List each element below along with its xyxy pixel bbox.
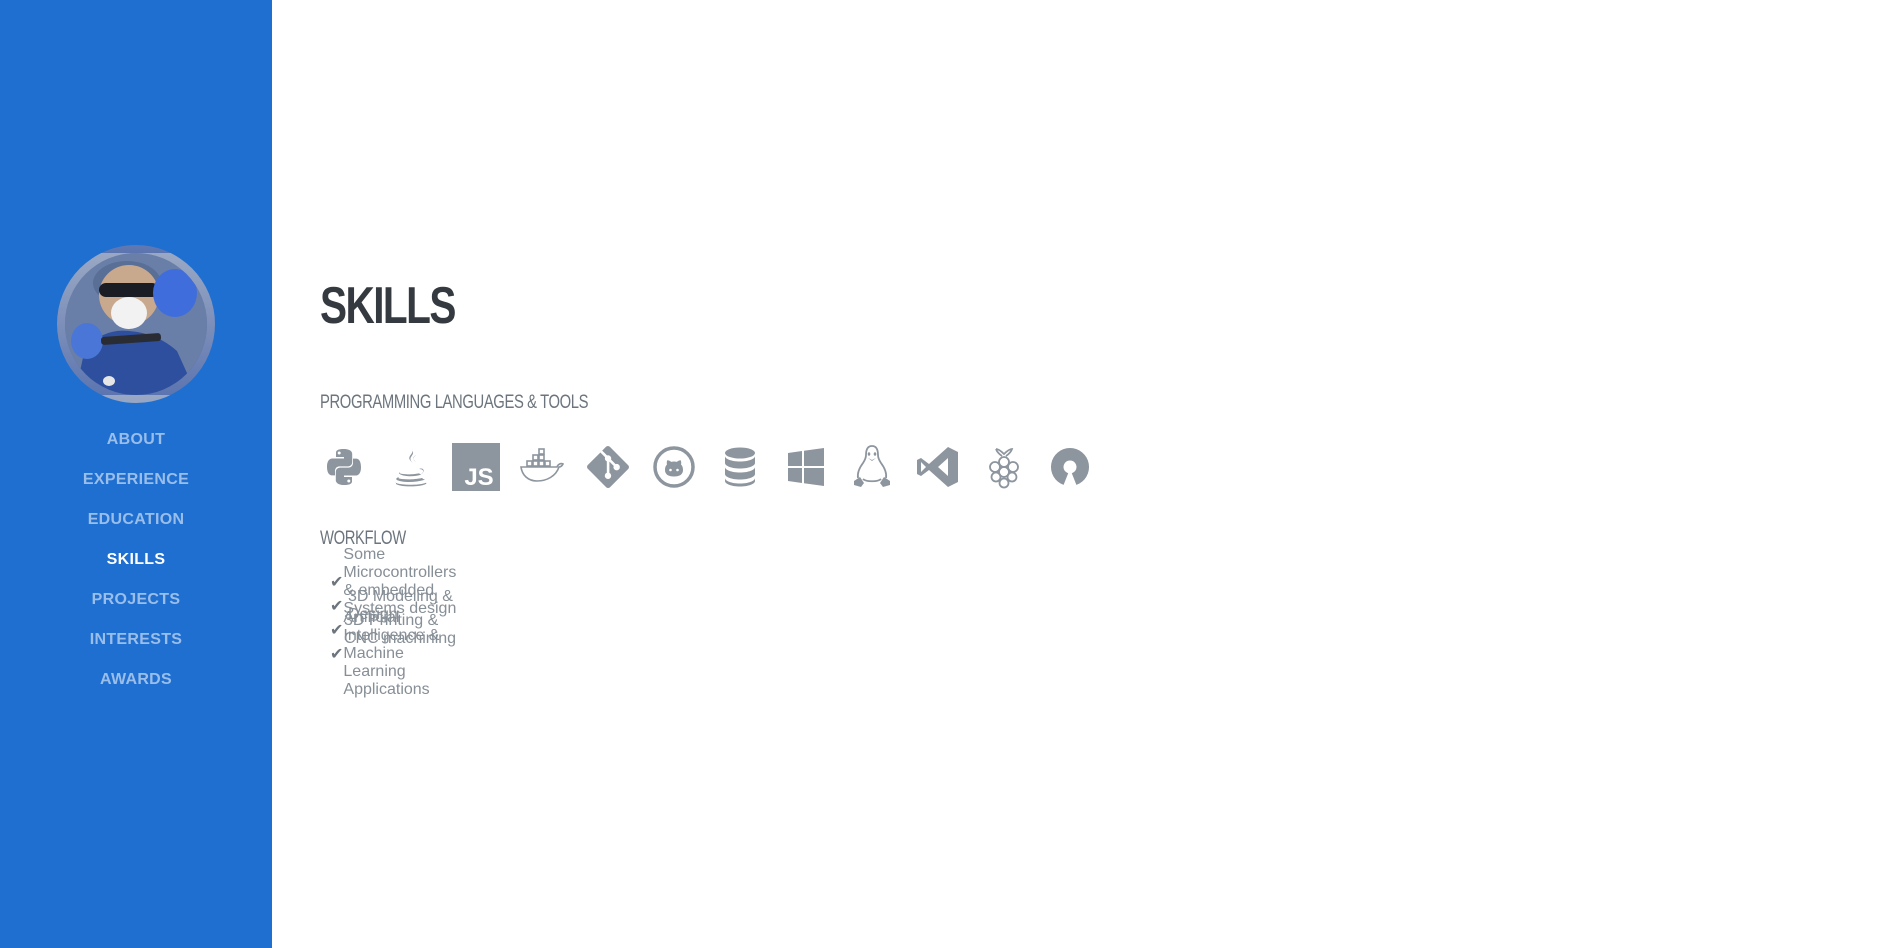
check-icon: ✔ [330, 574, 344, 591]
nav-link-interests[interactable]: INTERESTS [90, 631, 183, 649]
visual-studio-icon[interactable] [914, 442, 980, 492]
linux-icon[interactable] [848, 442, 914, 492]
git-icon[interactable] [584, 442, 650, 492]
nav-item-projects: PROJECTS [0, 580, 272, 620]
python-icon[interactable] [320, 442, 386, 492]
tool-icons-list: JS [320, 442, 1112, 492]
js-label: JS [464, 464, 493, 491]
windows-icon[interactable] [782, 442, 848, 492]
profile-avatar[interactable] [57, 245, 215, 403]
sidebar: ABOUT EXPERIENCE EDUCATION SKILLS PROJEC… [0, 0, 272, 948]
section-title: SKILLS [320, 277, 456, 335]
raspberry-pi-icon[interactable] [980, 442, 1046, 492]
workflow-list: ✔ Some Microcontrollers & embedded System… [330, 546, 467, 698]
check-icon: ✔ [330, 646, 344, 663]
nav-link-experience[interactable]: EXPERIENCE [83, 471, 189, 489]
nav-link-awards[interactable]: AWARDS [100, 671, 172, 689]
workflow-item-text: Artificial Intelligence & Machine Learni… [343, 609, 440, 698]
nav-item-interests: INTERESTS [0, 620, 272, 660]
tools-heading: PROGRAMMING LANGUAGES & TOOLS [320, 392, 589, 413]
open-source-icon[interactable] [1046, 442, 1112, 492]
nav-item-experience: EXPERIENCE [0, 460, 272, 500]
database-icon[interactable] [716, 442, 782, 492]
sidebar-nav: ABOUT EXPERIENCE EDUCATION SKILLS PROJEC… [0, 420, 272, 700]
check-icon: ✔ [330, 622, 344, 639]
profile-photo [65, 253, 207, 395]
nav-link-projects[interactable]: PROJECTS [92, 591, 181, 609]
javascript-icon[interactable]: JS [452, 442, 518, 492]
nav-link-skills[interactable]: SKILLS [107, 551, 166, 569]
nav-item-awards: AWARDS [0, 660, 272, 700]
nav-link-about[interactable]: ABOUT [107, 431, 165, 449]
github-icon[interactable] [650, 442, 716, 492]
nav-link-education[interactable]: EDUCATION [88, 511, 185, 529]
docker-icon[interactable] [518, 442, 584, 492]
nav-item-about: ABOUT [0, 420, 272, 460]
java-icon[interactable] [386, 442, 452, 492]
workflow-item: ✔ Artificial Intelligence & Machine Learn… [330, 609, 467, 698]
nav-item-skills: SKILLS [0, 540, 272, 580]
nav-item-education: EDUCATION [0, 500, 272, 540]
